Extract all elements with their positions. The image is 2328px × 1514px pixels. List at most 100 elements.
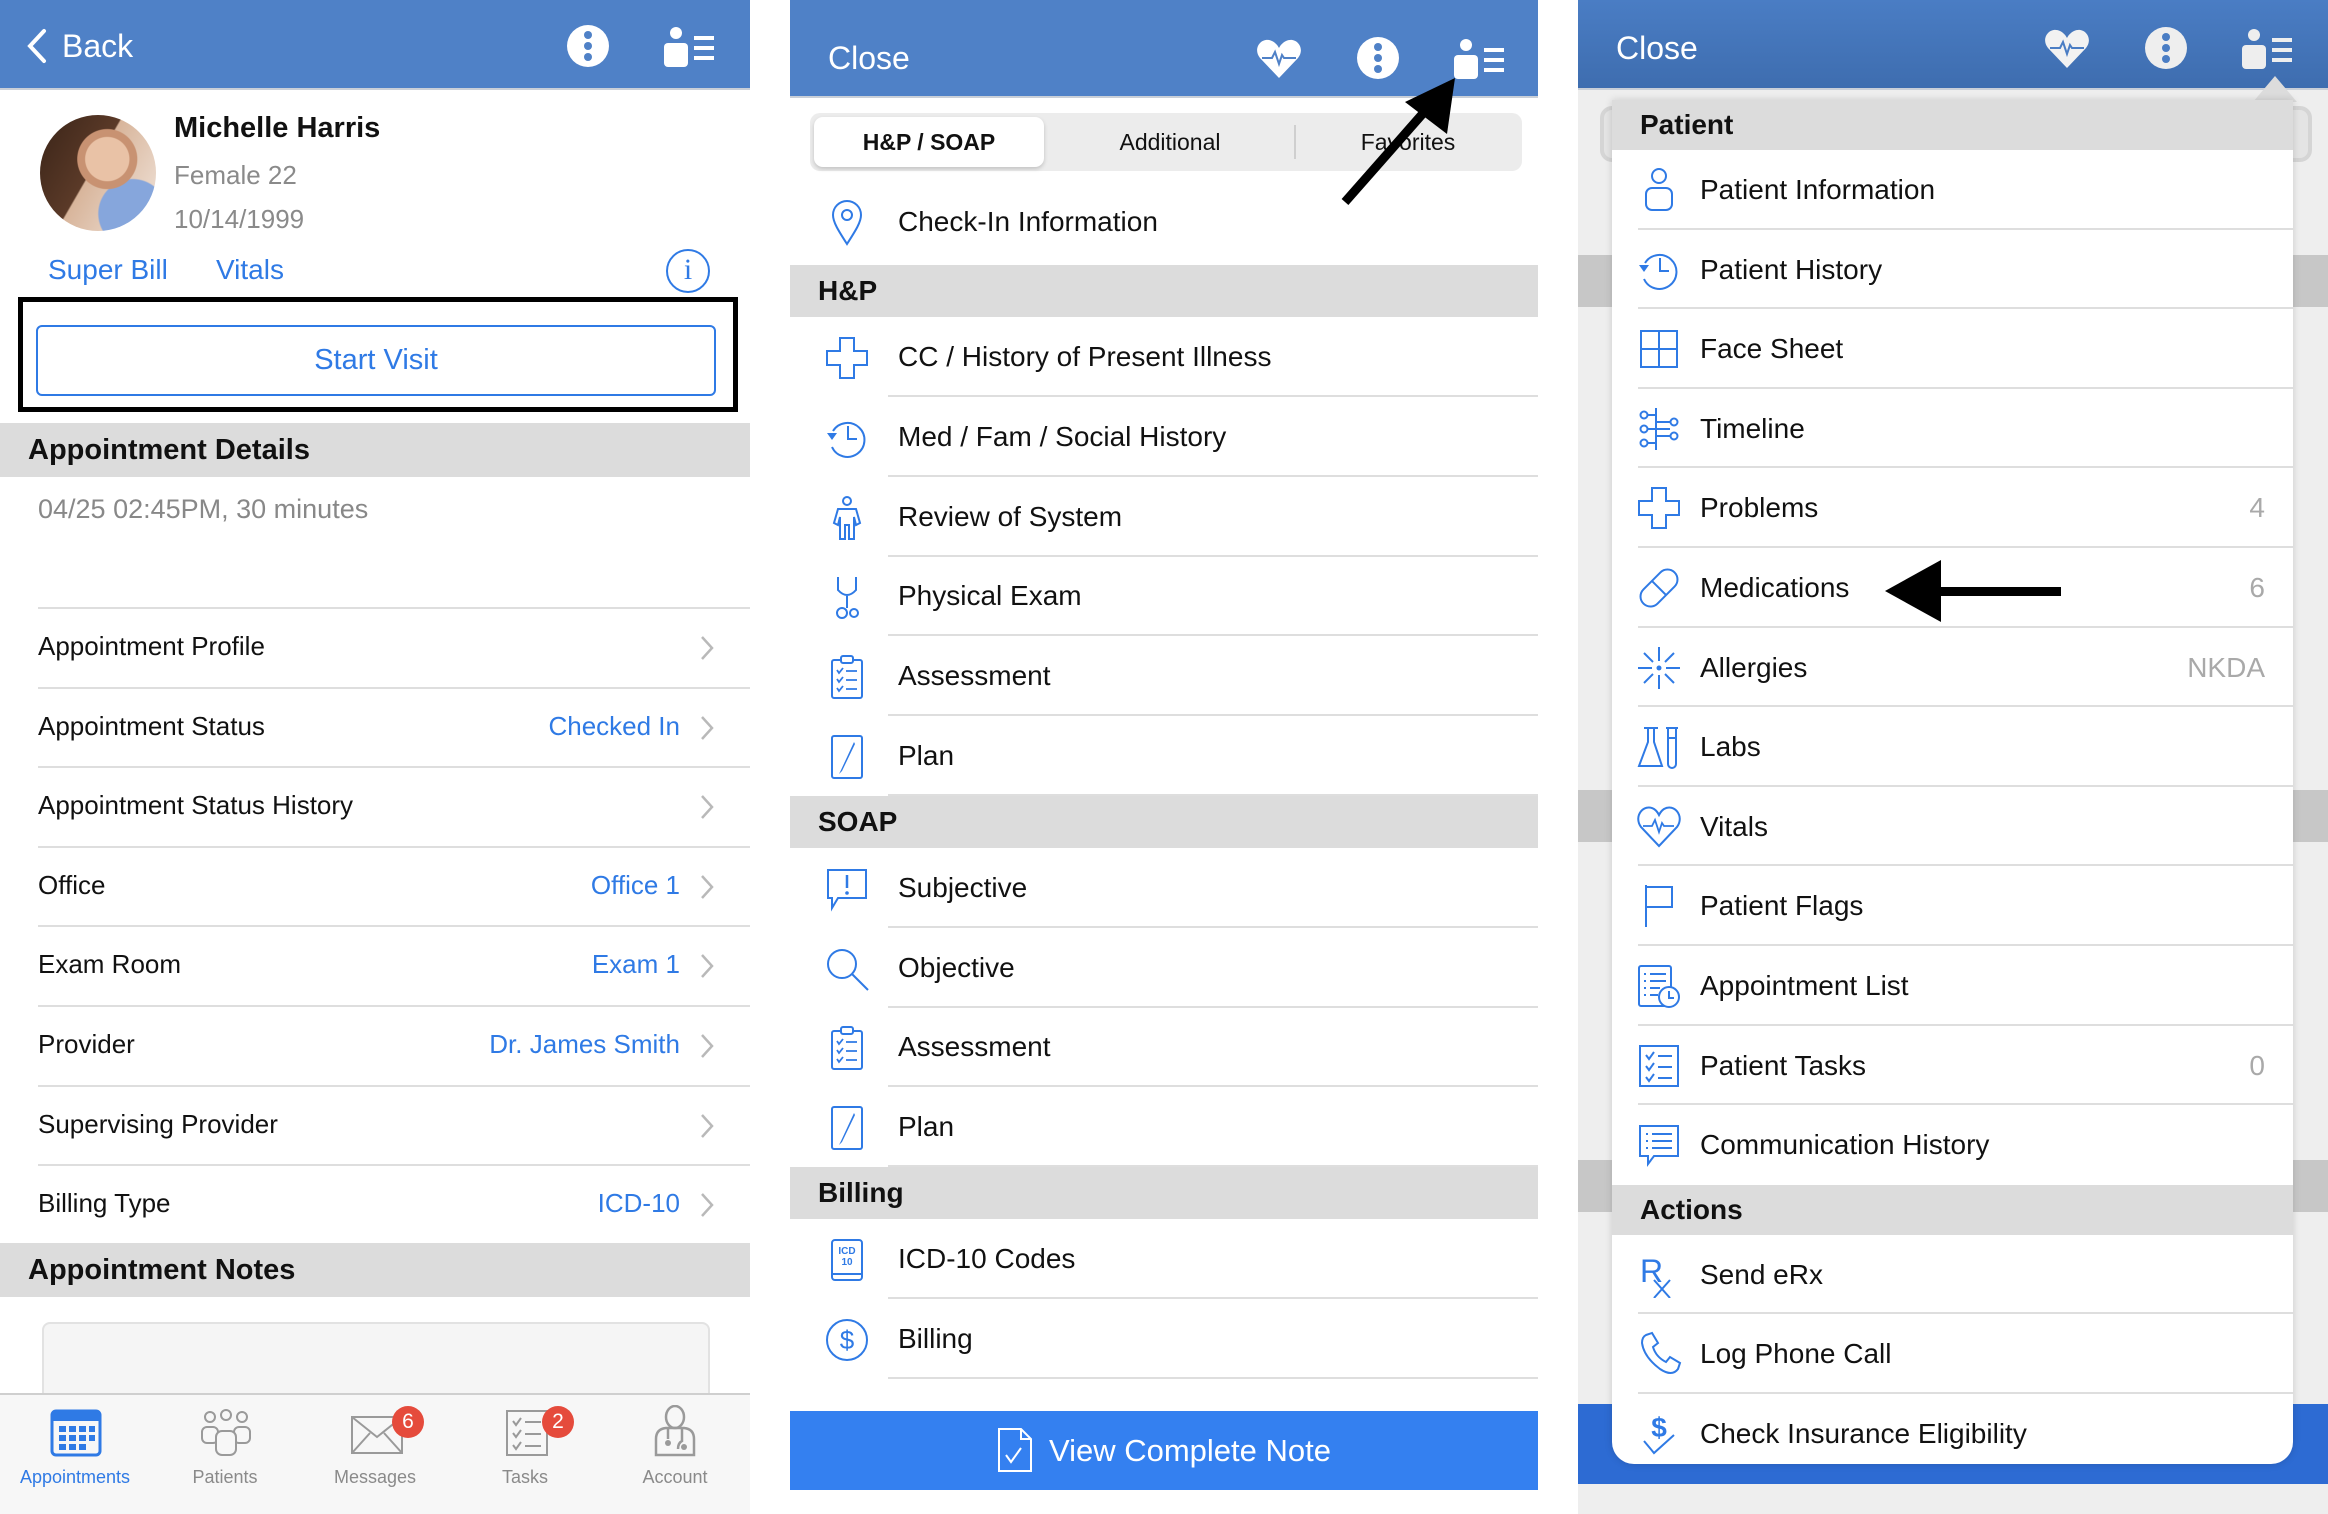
- row-value: Office 1: [590, 869, 680, 900]
- segment-hp-soap[interactable]: H&P / SOAP: [814, 117, 1044, 167]
- menu-item-label: Labs: [1700, 731, 1761, 763]
- dollar-circle-icon: $: [826, 1318, 868, 1361]
- note-item-billing[interactable]: $ Billing: [790, 1299, 1538, 1379]
- action-send-erx[interactable]: R Send eRx: [1612, 1235, 2293, 1315]
- note-item-assessment[interactable]: Assessment: [790, 1007, 1538, 1088]
- row-label: Exam Room: [38, 949, 182, 980]
- view-complete-note-button[interactable]: View Complete Note: [790, 1411, 1538, 1490]
- action-log-phone-call[interactable]: Log Phone Call: [1612, 1314, 2293, 1394]
- appointment-detail-row[interactable]: Billing Type ICD-10: [38, 1164, 750, 1243]
- menu-item-timeline[interactable]: Timeline: [1612, 389, 2293, 469]
- note-item-med-fam-social-history[interactable]: Med / Fam / Social History: [790, 397, 1538, 477]
- row-label: Check-In Information: [898, 206, 1158, 237]
- pen-icon: [831, 1106, 863, 1151]
- appointment-detail-row[interactable]: Appointment Status Checked In: [38, 686, 750, 766]
- more-icon[interactable]: [566, 24, 610, 68]
- appointment-detail-row[interactable]: Exam Room Exam 1: [38, 925, 750, 1004]
- medical-cross-icon: [1638, 487, 1680, 530]
- menu-item-labs[interactable]: Labs: [1612, 707, 2293, 787]
- appointment-detail-row[interactable]: Provider Dr. James Smith: [38, 1005, 750, 1084]
- close-button[interactable]: Close: [828, 40, 910, 77]
- more-icon[interactable]: [2144, 26, 2188, 70]
- start-visit-button[interactable]: Start Visit: [36, 325, 716, 396]
- row-label: Appointment Status: [38, 710, 265, 741]
- row-label: ICD-10 Codes: [898, 1243, 1076, 1274]
- appointment-detail-row[interactable]: Appointment Status History: [38, 766, 750, 845]
- row-value: ICD-10: [597, 1188, 680, 1219]
- patient-menu-icon[interactable]: [662, 26, 716, 68]
- back-chevron-icon[interactable]: [24, 28, 54, 64]
- row-label: Supervising Provider: [38, 1108, 278, 1139]
- chevron-right-icon: [701, 636, 714, 660]
- appointment-detail-row[interactable]: Supervising Provider: [38, 1084, 750, 1164]
- menu-item-label: Medications: [1700, 572, 1850, 603]
- tab-appointments[interactable]: Appointments: [0, 1395, 150, 1514]
- document-check-icon: [997, 1427, 1032, 1472]
- menu-item-count: 4: [2249, 492, 2265, 524]
- svg-text:$: $: [840, 1325, 855, 1355]
- menu-item-allergies[interactable]: Allergies NKDA: [1612, 628, 2293, 708]
- tab-label: Patients: [192, 1467, 258, 1487]
- note-item-subjective[interactable]: Subjective: [790, 848, 1538, 928]
- menu-item-label: Appointment List: [1700, 970, 1909, 1001]
- menu-item-face-sheet[interactable]: Face Sheet: [1612, 309, 2293, 389]
- note-item-plan[interactable]: Plan: [790, 716, 1538, 796]
- note-item-plan[interactable]: Plan: [790, 1087, 1538, 1168]
- tab-messages[interactable]: 6 Messages: [300, 1395, 450, 1514]
- speech-exclamation-icon: [827, 868, 867, 912]
- tab-patients[interactable]: Patients: [150, 1395, 300, 1514]
- segment-additional[interactable]: Additional: [1050, 117, 1290, 167]
- menu-item-count: 6: [2249, 572, 2265, 603]
- tab-tasks[interactable]: 2 Tasks: [450, 1395, 600, 1514]
- chat-list-icon: [1639, 1125, 1679, 1168]
- super-bill-link[interactable]: Super Bill: [48, 254, 168, 286]
- note-item-cc-history-of-present-illness[interactable]: CC / History of Present Illness: [790, 317, 1538, 397]
- menu-item-label: Patient History: [1700, 253, 1883, 285]
- menu-item-label: Face Sheet: [1700, 333, 1844, 365]
- tab-bar: Appointments Patients 6 Messages 2 Tasks…: [0, 1393, 750, 1514]
- chevron-right-icon: [701, 1113, 714, 1138]
- segment-divider: [1294, 125, 1296, 159]
- patient-dob: 10/14/1999: [174, 204, 305, 234]
- section-header-billing: Billing: [790, 1167, 1538, 1219]
- menu-item-patient-flags[interactable]: Patient Flags: [1612, 866, 2293, 946]
- close-button[interactable]: Close: [1616, 30, 1698, 67]
- menu-item-vitals[interactable]: Vitals: [1612, 787, 2293, 867]
- patient-menu-icon[interactable]: [2240, 28, 2294, 70]
- svg-text:ICD: ICD: [838, 1246, 855, 1257]
- menu-item-appointment-list[interactable]: Appointment List: [1612, 946, 2293, 1026]
- heart-pulse-icon: [1637, 806, 1681, 848]
- menu-item-problems[interactable]: Problems 4: [1612, 468, 2293, 548]
- patient-avatar: [40, 115, 156, 231]
- stethoscope-icon: [836, 577, 859, 620]
- row-label: Review of System: [898, 500, 1123, 532]
- note-item-review-of-system[interactable]: Review of System: [790, 477, 1538, 557]
- chevron-right-icon: [701, 1034, 714, 1058]
- row-label: Physical Exam: [898, 580, 1082, 612]
- vitals-heart-icon[interactable]: [2044, 28, 2090, 70]
- appointment-detail-row[interactable]: Office Office 1: [38, 845, 750, 925]
- action-check-insurance-eligibility[interactable]: $ Check Insurance Eligibility: [1612, 1394, 2293, 1464]
- menu-item-communication-history[interactable]: Communication History: [1612, 1105, 2293, 1185]
- patient-menu-screen: Close Patient Patient Information Patien…: [1578, 0, 2328, 1514]
- tab-account[interactable]: Account: [600, 1395, 750, 1514]
- note-item-objective[interactable]: Objective: [790, 928, 1538, 1008]
- back-button[interactable]: Back: [62, 28, 133, 65]
- menu-item-patient-tasks[interactable]: Patient Tasks 0: [1612, 1026, 2293, 1106]
- menu-item-count: NKDA: [2187, 651, 2265, 683]
- chevron-right-icon: [701, 954, 714, 979]
- note-item-assessment[interactable]: Assessment: [790, 636, 1538, 717]
- info-icon[interactable]: i: [666, 249, 710, 293]
- menu-item-patient-information[interactable]: Patient Information: [1612, 150, 2293, 230]
- vitals-link[interactable]: Vitals: [216, 254, 284, 286]
- appointment-list-icon: [1638, 965, 1680, 1008]
- flag-icon: [1645, 885, 1673, 928]
- row-label: Assessment: [898, 660, 1051, 692]
- medical-cross-icon: [826, 337, 868, 379]
- note-item-physical-exam[interactable]: Physical Exam: [790, 556, 1538, 637]
- annotation-arrow: [1885, 560, 2061, 622]
- appointment-detail-row[interactable]: Appointment Profile: [38, 607, 750, 686]
- menu-item-patient-history[interactable]: Patient History: [1612, 230, 2293, 310]
- note-item-icd-10-codes[interactable]: ICD 10 ICD-10 Codes: [790, 1219, 1538, 1299]
- vitals-heart-icon[interactable]: [1256, 38, 1302, 80]
